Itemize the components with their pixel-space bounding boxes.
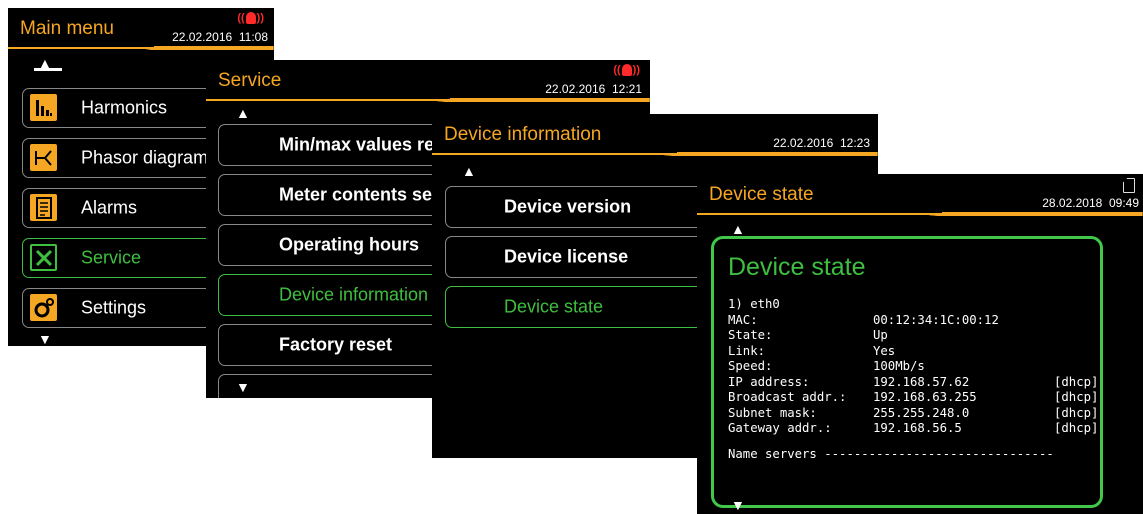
- alarms-icon: [30, 194, 57, 221]
- device-state-row: MAC: 00:12:34:1C:00:12: [728, 312, 1100, 329]
- menu-item-label: Harmonics: [81, 97, 168, 118]
- page-title: Main menu: [20, 18, 114, 39]
- device-state-row: Link: Yes: [728, 343, 1100, 360]
- row-value: Yes: [873, 343, 896, 358]
- menu-item-label: Service: [81, 247, 142, 268]
- menu-item-label: Device version: [504, 196, 632, 217]
- header: Service (()) 22.02.2016 12:21: [206, 60, 650, 102]
- alarm-icon[interactable]: (()): [613, 64, 640, 77]
- device-state-row: Gateway addr.: 192.168.56.5 [dhcp]: [728, 421, 1100, 437]
- header: Device information 22.02.2016 12:23: [432, 114, 878, 156]
- row-tag: [dhcp]: [1054, 374, 1099, 389]
- row-label: MAC:: [728, 312, 758, 327]
- scroll-up-icon[interactable]: ▲: [731, 222, 745, 236]
- menu-item-label: Settings: [81, 297, 147, 318]
- header-divider: [206, 98, 650, 102]
- row-label: Broadcast addr.:: [728, 390, 847, 404]
- datetime: 22.02.2016 11:08: [172, 30, 268, 44]
- header: Device state 28.02.2018 09:49: [697, 174, 1143, 216]
- row-tag: [dhcp]: [1054, 421, 1099, 435]
- device-state-row: Speed: 100Mb/s: [728, 359, 1100, 375]
- device-state-row: Subnet mask: 255.255.248.0 [dhcp]: [728, 405, 1100, 422]
- scroll-up-icon[interactable]: ▲: [462, 164, 476, 178]
- row-label: Subnet mask:: [728, 405, 817, 420]
- interface-name: 1) eth0: [728, 297, 780, 311]
- menu-item-device-version[interactable]: Device version: [445, 186, 705, 228]
- harmonics-icon: [30, 94, 57, 121]
- header-divider: [8, 46, 274, 50]
- row-tag: [dhcp]: [1054, 390, 1099, 404]
- header-divider: [697, 212, 1143, 216]
- header-divider: [432, 152, 878, 156]
- name-servers-label: Name servers ---------------------------…: [728, 447, 1054, 461]
- menu-item-label: Phasor diagram: [81, 147, 209, 168]
- row-value: 255.255.248.0: [873, 405, 970, 420]
- row-tag: [dhcp]: [1054, 405, 1099, 420]
- phasor-icon: [30, 144, 57, 171]
- row-value: 192.168.56.5: [873, 421, 962, 435]
- page-title: Service: [218, 70, 282, 91]
- scroll-down-icon[interactable]: ▼: [236, 380, 250, 394]
- row-value: Up: [873, 328, 888, 342]
- row-label: Link:: [728, 343, 766, 358]
- device-state-screen: Device state 28.02.2018 09:49 ▲ Device s…: [697, 174, 1143, 514]
- menu-item-label: Device information: [279, 284, 429, 305]
- header: Main menu (()) 22.02.2016 11:08: [8, 8, 274, 50]
- device-state-panel: Device state 1) eth0 MAC: 00:12:34:1C:00:…: [711, 236, 1103, 508]
- device-state-table: MAC: 00:12:34:1C:00:12 State: Up Link: Yes Spe…: [728, 312, 1100, 437]
- row-value: 192.168.63.255: [873, 390, 977, 404]
- page-title: Device state: [709, 184, 814, 205]
- alarm-icon[interactable]: (()): [237, 12, 264, 25]
- menu-item-label: Factory reset: [279, 334, 393, 355]
- page-title: Device information: [444, 124, 602, 145]
- menu-item-device-state[interactable]: Device state: [445, 286, 705, 328]
- panel-title: Device state: [728, 253, 866, 281]
- datetime: 22.02.2016 12:23: [773, 136, 870, 150]
- sd-card-icon: [1123, 178, 1135, 193]
- menu-item-label: Operating hours: [279, 234, 420, 255]
- scroll-down-icon[interactable]: ▼: [731, 498, 745, 512]
- scroll-down-icon[interactable]: ▼: [38, 332, 52, 346]
- row-label: Gateway addr.:: [728, 421, 832, 435]
- menu-item-label: Alarms: [81, 197, 138, 218]
- service-icon: [30, 244, 57, 271]
- row-label: State:: [728, 328, 773, 342]
- menu-item-label: Device state: [504, 296, 604, 317]
- device-state-row: Broadcast addr.: 192.168.63.255 [dhcp]: [728, 390, 1100, 406]
- row-value: 00:12:34:1C:00:12: [873, 312, 999, 327]
- row-label: Speed:: [728, 359, 773, 373]
- scroll-up-icon[interactable]: ▲: [236, 106, 250, 120]
- row-label: IP address:: [728, 374, 810, 389]
- row-value: 192.168.57.62: [873, 374, 970, 389]
- scroll-bar: [34, 68, 62, 71]
- row-value: 100Mb/s: [873, 359, 925, 373]
- menu-item-label: Device license: [504, 246, 629, 267]
- menu-item-device-license[interactable]: Device license: [445, 236, 705, 278]
- datetime: 22.02.2016 12:21: [545, 82, 642, 96]
- device-state-row: IP address: 192.168.57.62 [dhcp]: [728, 374, 1100, 391]
- device-state-row: State: Up: [728, 328, 1100, 344]
- settings-icon: [30, 294, 57, 321]
- datetime: 28.02.2018 09:49: [1042, 196, 1139, 210]
